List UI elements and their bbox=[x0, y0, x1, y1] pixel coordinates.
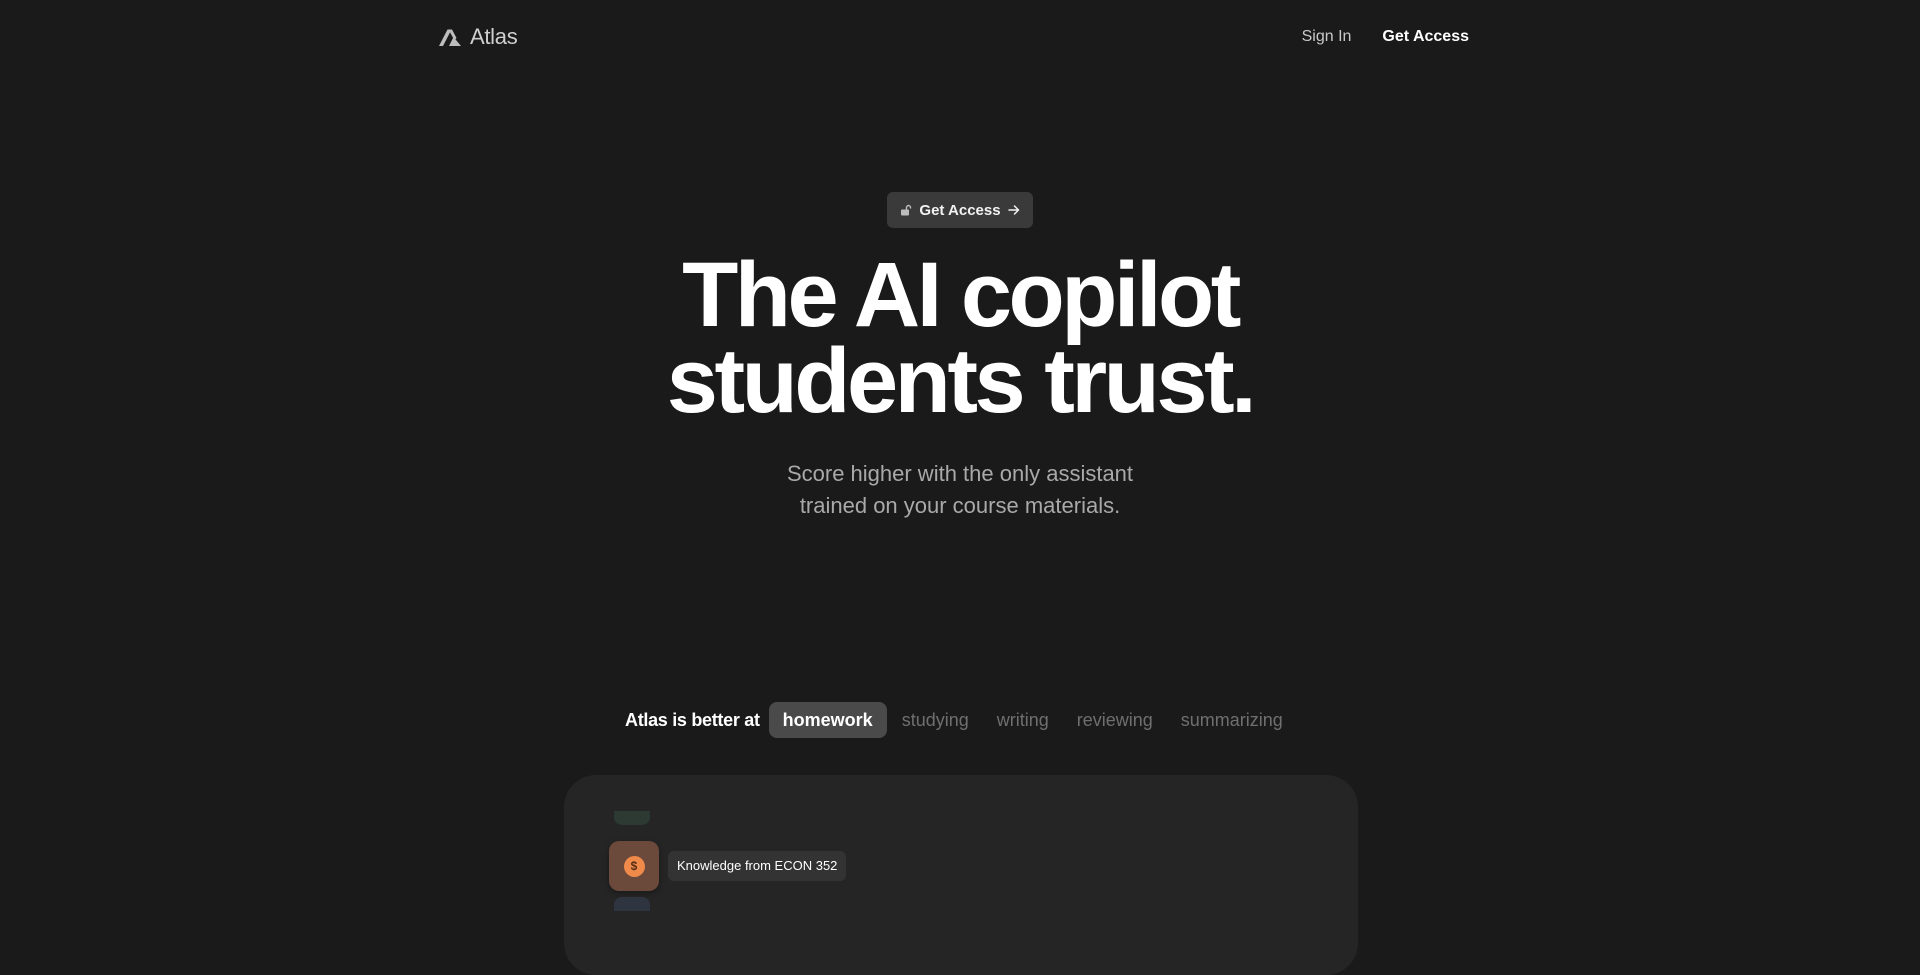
demo-card: $ Knowledge from ECON 352 bbox=[564, 775, 1358, 975]
tab-homework[interactable]: homework bbox=[768, 702, 887, 738]
get-access-link[interactable]: Get Access bbox=[1382, 28, 1469, 46]
header-nav: Sign In Get Access bbox=[1302, 28, 1469, 46]
sign-in-link[interactable]: Sign In bbox=[1302, 28, 1352, 46]
tab-summarizing[interactable]: summarizing bbox=[1168, 702, 1296, 738]
subhead-line-2: trained on your course materials. bbox=[799, 493, 1121, 518]
top-navigation: Atlas Sign In Get Access bbox=[0, 0, 1920, 76]
atlas-logo-icon bbox=[438, 27, 462, 47]
tab-studying[interactable]: studying bbox=[889, 702, 982, 738]
tab-writing[interactable]: writing bbox=[984, 702, 1062, 738]
hero-headline: The AI copilot students trust. bbox=[0, 249, 1920, 427]
tab-reviewing[interactable]: reviewing bbox=[1064, 702, 1166, 738]
subhead-line-1: Score higher with the only assistant bbox=[786, 461, 1134, 486]
hero-subheading: Score higher with the only assistant tra… bbox=[0, 458, 1920, 522]
source-tile-econ[interactable]: $ bbox=[609, 841, 659, 891]
pill-label: Get Access bbox=[919, 201, 1001, 219]
source-chip-bottom bbox=[614, 897, 650, 911]
dollar-coin-icon: $ bbox=[623, 855, 645, 877]
brand-name: Atlas bbox=[470, 24, 518, 49]
source-chip-top bbox=[614, 811, 650, 825]
headline-line-2: students trust. bbox=[666, 330, 1257, 432]
source-tooltip: Knowledge from ECON 352 bbox=[668, 851, 847, 881]
brand-logo[interactable]: Atlas bbox=[438, 24, 518, 50]
feature-tabs: Atlas is better at homework studying wri… bbox=[625, 702, 1298, 738]
unlock-icon bbox=[900, 204, 912, 216]
get-access-pill-button[interactable]: Get Access bbox=[887, 192, 1033, 228]
arrow-right-icon bbox=[1007, 204, 1020, 216]
feature-tabs-lead: Atlas is better at bbox=[625, 709, 760, 730]
